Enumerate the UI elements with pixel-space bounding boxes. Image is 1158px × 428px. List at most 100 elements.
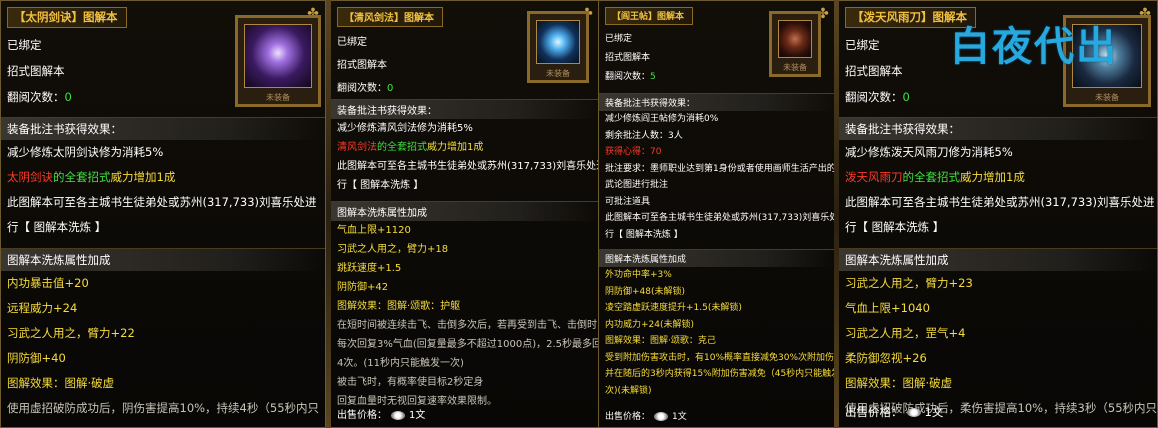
refine-attribute-line: 图解效果：图解·破虚 [845, 376, 953, 390]
title-bracket: 【 [344, 13, 354, 24]
refine-attribute-line: 次)(未解锁) [605, 385, 652, 396]
refine-attribute-line: 图解效果：图解·破虚 [7, 376, 115, 390]
refine-attribute-line: 阴防御+42 [337, 282, 389, 293]
refine-attribute-line: 习武之人用之，臂力+22 [7, 326, 135, 340]
effect-amount: 威力增加1成 [427, 142, 484, 153]
item-icon-art [536, 20, 580, 64]
demon-mask-icon[interactable]: 未装备 [769, 11, 821, 77]
icon-status-tag: 未装备 [783, 63, 807, 72]
item-icon-art [778, 20, 812, 58]
refine-attribute-line: 每次回复3%气血(回复量最多不超过1000点)，2.5秒最多回复 [337, 339, 600, 350]
tooltip-header: 【清风剑法】图解本 已绑定 招式图解本 翻阅次数：0 未装备 [331, 1, 599, 94]
item-tooltip-panel: ✤ 【太阴剑诀】图解本 已绑定 招式图解本 翻阅次数：0 未装备 装备批注书获得… [0, 0, 326, 428]
skill-name: 泼天风雨刀 [845, 170, 903, 184]
refine-attribute-line: 内功威力+24(未解锁) [605, 319, 695, 330]
effect-line: 此图解本可至各主城书生徒弟处或苏州(317,733)刘喜乐处进 [337, 161, 600, 172]
icon-status-tag: 未装备 [266, 93, 290, 102]
effect-line: 减少修炼清风剑法修为消耗5% [337, 123, 473, 134]
item-tooltip-panel: ✤ 【阎王帖】图解本 已绑定 招式图解本 翻阅次数：5 未装备 装备批注书获得效… [598, 0, 836, 428]
refine-attribute-line: 跳跃速度+1.5 [337, 263, 402, 274]
refine-attribute-line: 图解效果：图解·颂歌：护躯 [337, 301, 461, 312]
purple-crystal-icon[interactable]: 未装备 [235, 15, 321, 107]
effect-line: 行【 图解本洗炼 】 [845, 220, 945, 234]
item-kind: 】图解本 [648, 12, 685, 22]
refine-attribute-line: 阴防御+48(未解锁) [605, 286, 686, 297]
watermark: 白夜代出 [950, 24, 1118, 70]
refine-section-header: 图解本洗炼属性加成 [839, 248, 1157, 271]
read-count-value: 0 [387, 83, 394, 94]
read-count-value: 5 [650, 72, 656, 82]
read-count-label: 翻阅次数： [7, 90, 65, 104]
effect-line: 武论图进行批注 [605, 180, 669, 190]
refine-attribute-line: 习武之人用之，臂力+18 [337, 244, 449, 255]
read-count-label: 翻阅次数： [605, 72, 651, 82]
read-count-label: 翻阅次数： [845, 90, 903, 104]
refine-attribute-line: 使用虚招破防成功后，阴伤害提高10%，持续4秒（55秒内只 [7, 401, 320, 415]
effect-line: 获得心得：70 [605, 147, 662, 157]
title-bracket: 【 [852, 10, 864, 24]
item-kind: 】图解本 [71, 10, 118, 24]
price-value: 1文 [409, 410, 426, 421]
price-label: 出售价格： [845, 405, 903, 419]
price-value: 1文 [924, 405, 944, 419]
effect-line: 减少修炼阎王帖修为消耗0% [605, 114, 719, 124]
effect-section-header: 装备批注书获得效果： [599, 93, 835, 111]
effect-line: 清风剑法的全套招式威力增加1成 [331, 138, 599, 157]
refine-attribute-line: 内功暴击值+20 [7, 276, 89, 290]
title-bracket: 【 [612, 12, 622, 22]
sell-price-row: 出售价格： 1文 [331, 406, 431, 425]
coin-icon [654, 411, 669, 421]
effect-line: 行【 图解本洗炼 】 [7, 220, 107, 234]
effect-scope: 的全套招式 [53, 170, 111, 184]
effect-section-header: 装备批注书获得效果： [1, 117, 325, 140]
price-label: 出售价格： [605, 411, 651, 422]
icon-status-tag: 未装备 [1095, 93, 1119, 102]
refine-attribute-line: 远程威力+24 [7, 301, 78, 315]
effect-line: 剩余批注人数：3人 [605, 130, 683, 141]
refine-attribute-line: 气血上限+1040 [845, 301, 930, 315]
price-value: 1文 [672, 411, 687, 422]
refine-attribute-line: 图解效果：图解·颂歌：克己 [605, 336, 716, 346]
coin-icon [906, 408, 921, 417]
blue-sword-icon[interactable]: 未装备 [527, 11, 589, 83]
tooltip-header: 【阎王帖】图解本 已绑定 招式图解本 翻阅次数：5 未装备 [599, 1, 835, 87]
title-bracket: 【 [14, 10, 26, 24]
effect-line: 此图解本可至各主城书生徒弟处或苏州(317,733)刘喜乐处进 [845, 195, 1155, 209]
refine-attribute-line: 习武之人用之，臂力+23 [845, 276, 973, 290]
effect-line: 减少修炼太阴剑诀修为消耗5% [7, 145, 164, 159]
coin-icon [391, 410, 405, 420]
panel-divider [326, 0, 331, 428]
refine-section-header: 图解本洗炼属性加成 [331, 201, 599, 221]
item-icon-art [244, 24, 312, 88]
read-count-value: 0 [64, 90, 72, 104]
item-kind: 】图解本 [394, 13, 434, 24]
effect-section-header: 装备批注书获得效果： [331, 99, 599, 119]
effect-line: 太阴剑诀的全套招式威力增加1成 [1, 165, 325, 190]
effect-line: 行【 图解本洗炼 】 [337, 180, 424, 191]
refine-attribute-line: 柔防御忽视+26 [845, 351, 927, 365]
effect-line: 减少修炼泼天风雨刀修为消耗5% [845, 145, 1013, 159]
effect-section-header: 装备批注书获得效果： [839, 117, 1157, 140]
effect-amount: 威力增加1成 [960, 170, 1025, 184]
refine-attribute-line: 并在随后的3秒内获得15%附加伤害减免（45秒内只能触发一 [605, 369, 836, 379]
item-name: 清风剑法 [354, 13, 394, 24]
effect-line: 泼天风雨刀的全套招式威力增加1成 [839, 165, 1157, 190]
item-title: 【清风剑法】图解本 [337, 7, 443, 27]
tooltip-header: 【太阴剑诀】图解本 已绑定 招式图解本 翻阅次数：0 未装备 [1, 1, 325, 109]
skill-name: 清风剑法 [337, 142, 377, 153]
icon-status-tag: 未装备 [546, 69, 570, 78]
effect-line: 此图解本可至各主城书生徒弟处或苏州(317,733)刘喜乐处进 [605, 213, 836, 223]
refine-attribute-line: 习武之人用之，罡气+4 [845, 326, 966, 340]
refine-attribute-line: 4次。(11秒内只能触发一次) [337, 358, 464, 369]
effect-scope: 的全套招式 [902, 170, 961, 184]
refine-attribute-line: 在短时间被连续击飞、击倒多次后，若再受到击飞、击倒时 [337, 320, 597, 331]
sell-price-row: 出售价格： 1文 [599, 409, 693, 426]
price-label: 出售价格： [337, 410, 387, 421]
effect-line: 行【 图解本洗炼 】 [605, 229, 683, 240]
refine-section-header: 图解本洗炼属性加成 [599, 249, 835, 267]
effect-line: 此图解本可至各主城书生徒弟处或苏州(317,733)刘喜乐处进 [7, 195, 317, 209]
item-title: 【阎王帖】图解本 [605, 7, 694, 25]
read-count-value: 0 [902, 90, 910, 104]
refine-attribute-line: 受到附加伤害攻击时，有10%概率直接减免30%次附加伤害， [605, 352, 836, 363]
item-name: 太阴剑诀 [25, 10, 72, 24]
